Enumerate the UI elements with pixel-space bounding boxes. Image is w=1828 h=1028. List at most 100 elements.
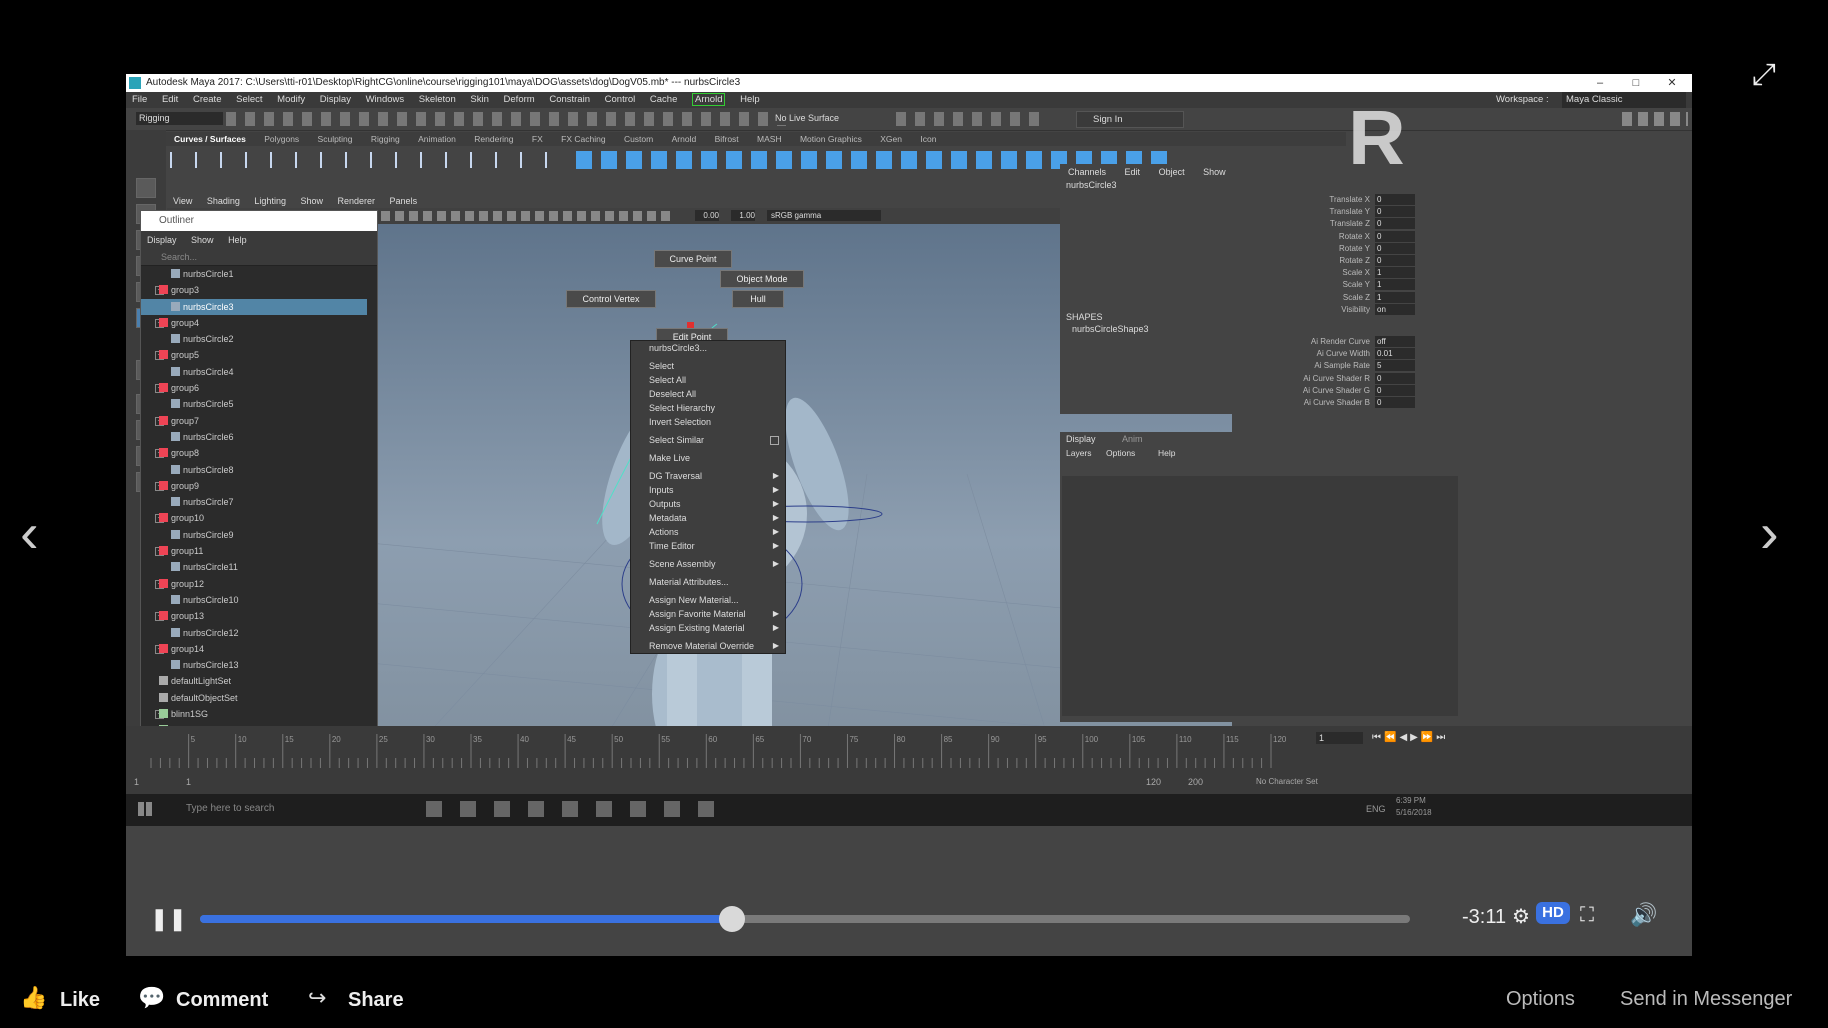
attribute-name[interactable]: Translate Y — [1330, 206, 1370, 218]
menu-skeleton[interactable]: Skeleton — [419, 94, 456, 105]
attribute-name[interactable]: Ai Sample Rate — [1314, 360, 1370, 372]
context-menu-item[interactable]: Select — [631, 359, 785, 373]
progress-bar[interactable] — [200, 915, 1410, 923]
layer-list[interactable] — [1062, 476, 1458, 716]
outliner-row-nurbsCircle9[interactable]: nurbsCircle9 — [141, 527, 367, 543]
outliner-row-group9[interactable]: −group9 — [141, 478, 367, 494]
layer-tab-anim[interactable]: Anim — [1122, 434, 1143, 444]
color-space-select[interactable]: sRGB gamma — [767, 210, 881, 221]
workspace-select[interactable]: Maya Classic — [1562, 92, 1686, 108]
close-button[interactable]: ✕ — [1654, 74, 1690, 92]
attribute-value-field[interactable]: 0 — [1375, 218, 1415, 230]
outliner-search-input[interactable]: Search... — [141, 249, 377, 266]
select-tool-icon[interactable] — [136, 178, 156, 198]
video-player[interactable]: Autodesk Maya 2017: C:\Users\tti-r01\Des… — [126, 74, 1692, 956]
exposure-field[interactable]: 0.00 — [695, 210, 719, 221]
menu-cache[interactable]: Cache — [650, 94, 677, 105]
context-menu-item[interactable]: Select Hierarchy — [631, 401, 785, 415]
outliner-row-nurbsCircle7[interactable]: nurbsCircle7 — [141, 494, 367, 510]
menu-create[interactable]: Create — [193, 94, 222, 105]
like-button[interactable]: Like — [60, 989, 100, 1012]
attribute-name[interactable]: Ai Curve Width — [1317, 348, 1370, 360]
pause-icon[interactable]: ❚❚ — [150, 906, 187, 932]
attribute-value-field[interactable]: 0 — [1375, 206, 1415, 218]
viewport-menu-show[interactable]: Show — [300, 196, 323, 206]
context-menu-item[interactable]: Assign New Material... — [631, 593, 785, 607]
attribute-value-field[interactable]: on — [1375, 303, 1415, 315]
context-menu-item[interactable]: Invert Selection — [631, 415, 785, 429]
shelf-tab-curves[interactable]: Curves / Surfaces — [174, 134, 246, 144]
attribute-value-field[interactable]: 0 — [1375, 230, 1415, 242]
outliner-row-group4[interactable]: −group4 — [141, 315, 367, 331]
context-menu-item[interactable]: DG Traversal ▶ — [631, 469, 785, 483]
menu-edit[interactable]: Edit — [162, 94, 178, 105]
channel-menu-show[interactable]: Show — [1203, 167, 1226, 177]
hull-mode[interactable]: Hull — [732, 290, 784, 308]
outliner-row-nurbsCircle3[interactable]: nurbsCircle3 — [141, 298, 367, 315]
playback-controls[interactable]: ⏮⏪◀▶⏩⏭ — [1372, 732, 1492, 744]
maximize-button[interactable]: □ — [1618, 74, 1654, 92]
attribute-name[interactable]: Visibility — [1341, 304, 1370, 316]
shelf-tab-arnold[interactable]: Arnold — [672, 134, 697, 144]
shelf-tab-rendering[interactable]: Rendering — [474, 134, 513, 144]
attribute-name[interactable]: Scale Y — [1343, 279, 1370, 291]
menu-arnold[interactable]: Arnold — [692, 93, 726, 106]
layer-menu-help[interactable]: Help — [1158, 448, 1175, 458]
character-set[interactable]: No Character Set — [1256, 777, 1318, 786]
comment-icon[interactable]: 💬 — [138, 985, 165, 1011]
shelf-tab-polygons[interactable]: Polygons — [264, 134, 299, 144]
sign-in-button[interactable]: Sign In — [1076, 111, 1184, 128]
shelf-tab-icon[interactable]: Icon — [920, 134, 936, 144]
menu-set-select[interactable]: Rigging — [136, 112, 223, 125]
menu-control[interactable]: Control — [605, 94, 636, 105]
attribute-value-field[interactable]: 0 — [1375, 372, 1415, 384]
attribute-value-field[interactable]: 0 — [1375, 254, 1415, 266]
attribute-name[interactable]: Scale Z — [1343, 292, 1370, 304]
outliner-row-nurbsCircle11[interactable]: nurbsCircle11 — [141, 559, 367, 575]
context-menu-item[interactable]: Metadata ▶ — [631, 511, 785, 525]
curve-tool-icons[interactable] — [166, 152, 566, 168]
context-menu-item[interactable]: Select Similar — [631, 433, 785, 447]
attribute-value-field[interactable]: 0.01 — [1375, 348, 1415, 360]
menu-help[interactable]: Help — [740, 94, 760, 105]
menu-select[interactable]: Select — [236, 94, 262, 105]
context-menu-item[interactable]: Assign Favorite Material ▶ — [631, 607, 785, 621]
attribute-name[interactable]: Ai Curve Shader G — [1303, 385, 1370, 397]
outliner-row-nurbsCircle6[interactable]: nurbsCircle6 — [141, 429, 367, 445]
channel-menu-object[interactable]: Object — [1159, 167, 1185, 177]
minimize-button[interactable]: – — [1582, 74, 1618, 92]
attribute-value-field[interactable]: 1 — [1375, 291, 1415, 303]
shelf-tab-rigging[interactable]: Rigging — [371, 134, 400, 144]
attribute-name[interactable]: Translate Z — [1330, 218, 1370, 230]
shelf-tab-sculpting[interactable]: Sculpting — [318, 134, 353, 144]
outliner-row-group6[interactable]: −group6 — [141, 380, 367, 396]
attribute-name[interactable]: Rotate Z — [1339, 255, 1370, 267]
outliner-row-nurbsCircle13[interactable]: nurbsCircle13 — [141, 657, 367, 673]
attribute-name[interactable]: Translate X — [1329, 194, 1370, 206]
context-menu-item[interactable]: Time Editor ▶ — [631, 539, 785, 553]
viewport-menu-shading[interactable]: Shading — [207, 196, 240, 206]
attribute-value-field[interactable]: 5 — [1375, 360, 1415, 372]
outliner-row-nurbsCircle4[interactable]: nurbsCircle4 — [141, 364, 367, 380]
shelf-tab-mash[interactable]: MASH — [757, 134, 782, 144]
context-menu-item[interactable]: Deselect All — [631, 387, 785, 401]
outliner-row-group3[interactable]: −group3 — [141, 282, 367, 298]
layer-tab-display[interactable]: Display — [1066, 434, 1096, 444]
channel-menu-edit[interactable]: Edit — [1125, 167, 1141, 177]
attribute-name[interactable]: Rotate X — [1339, 231, 1370, 243]
shelf-tab-xgen[interactable]: XGen — [880, 134, 902, 144]
attribute-name[interactable]: Rotate Y — [1339, 243, 1370, 255]
outliner-menu-display[interactable]: Display — [147, 235, 177, 245]
attribute-value-field[interactable]: 0 — [1375, 242, 1415, 254]
hd-badge[interactable]: HD — [1536, 902, 1570, 924]
context-menu-item[interactable]: Remove Material Override ▶ — [631, 639, 785, 653]
range-slider[interactable]: 1 1 120 200 No Character Set — [126, 774, 1692, 794]
context-menu-item[interactable]: Scene Assembly ▶ — [631, 557, 785, 571]
outliner-row-group5[interactable]: −group5 — [141, 347, 367, 363]
context-menu-item[interactable]: Inputs ▶ — [631, 483, 785, 497]
taskbar-search-input[interactable]: Type here to search — [166, 800, 406, 818]
context-menu-item[interactable]: nurbsCircle3... — [631, 341, 785, 355]
taskbar-pinned-apps[interactable] — [426, 801, 726, 817]
outliner-row-nurbsCircle1[interactable]: nurbsCircle1 — [141, 266, 367, 282]
shelf-tab-motion-graphics[interactable]: Motion Graphics — [800, 134, 862, 144]
